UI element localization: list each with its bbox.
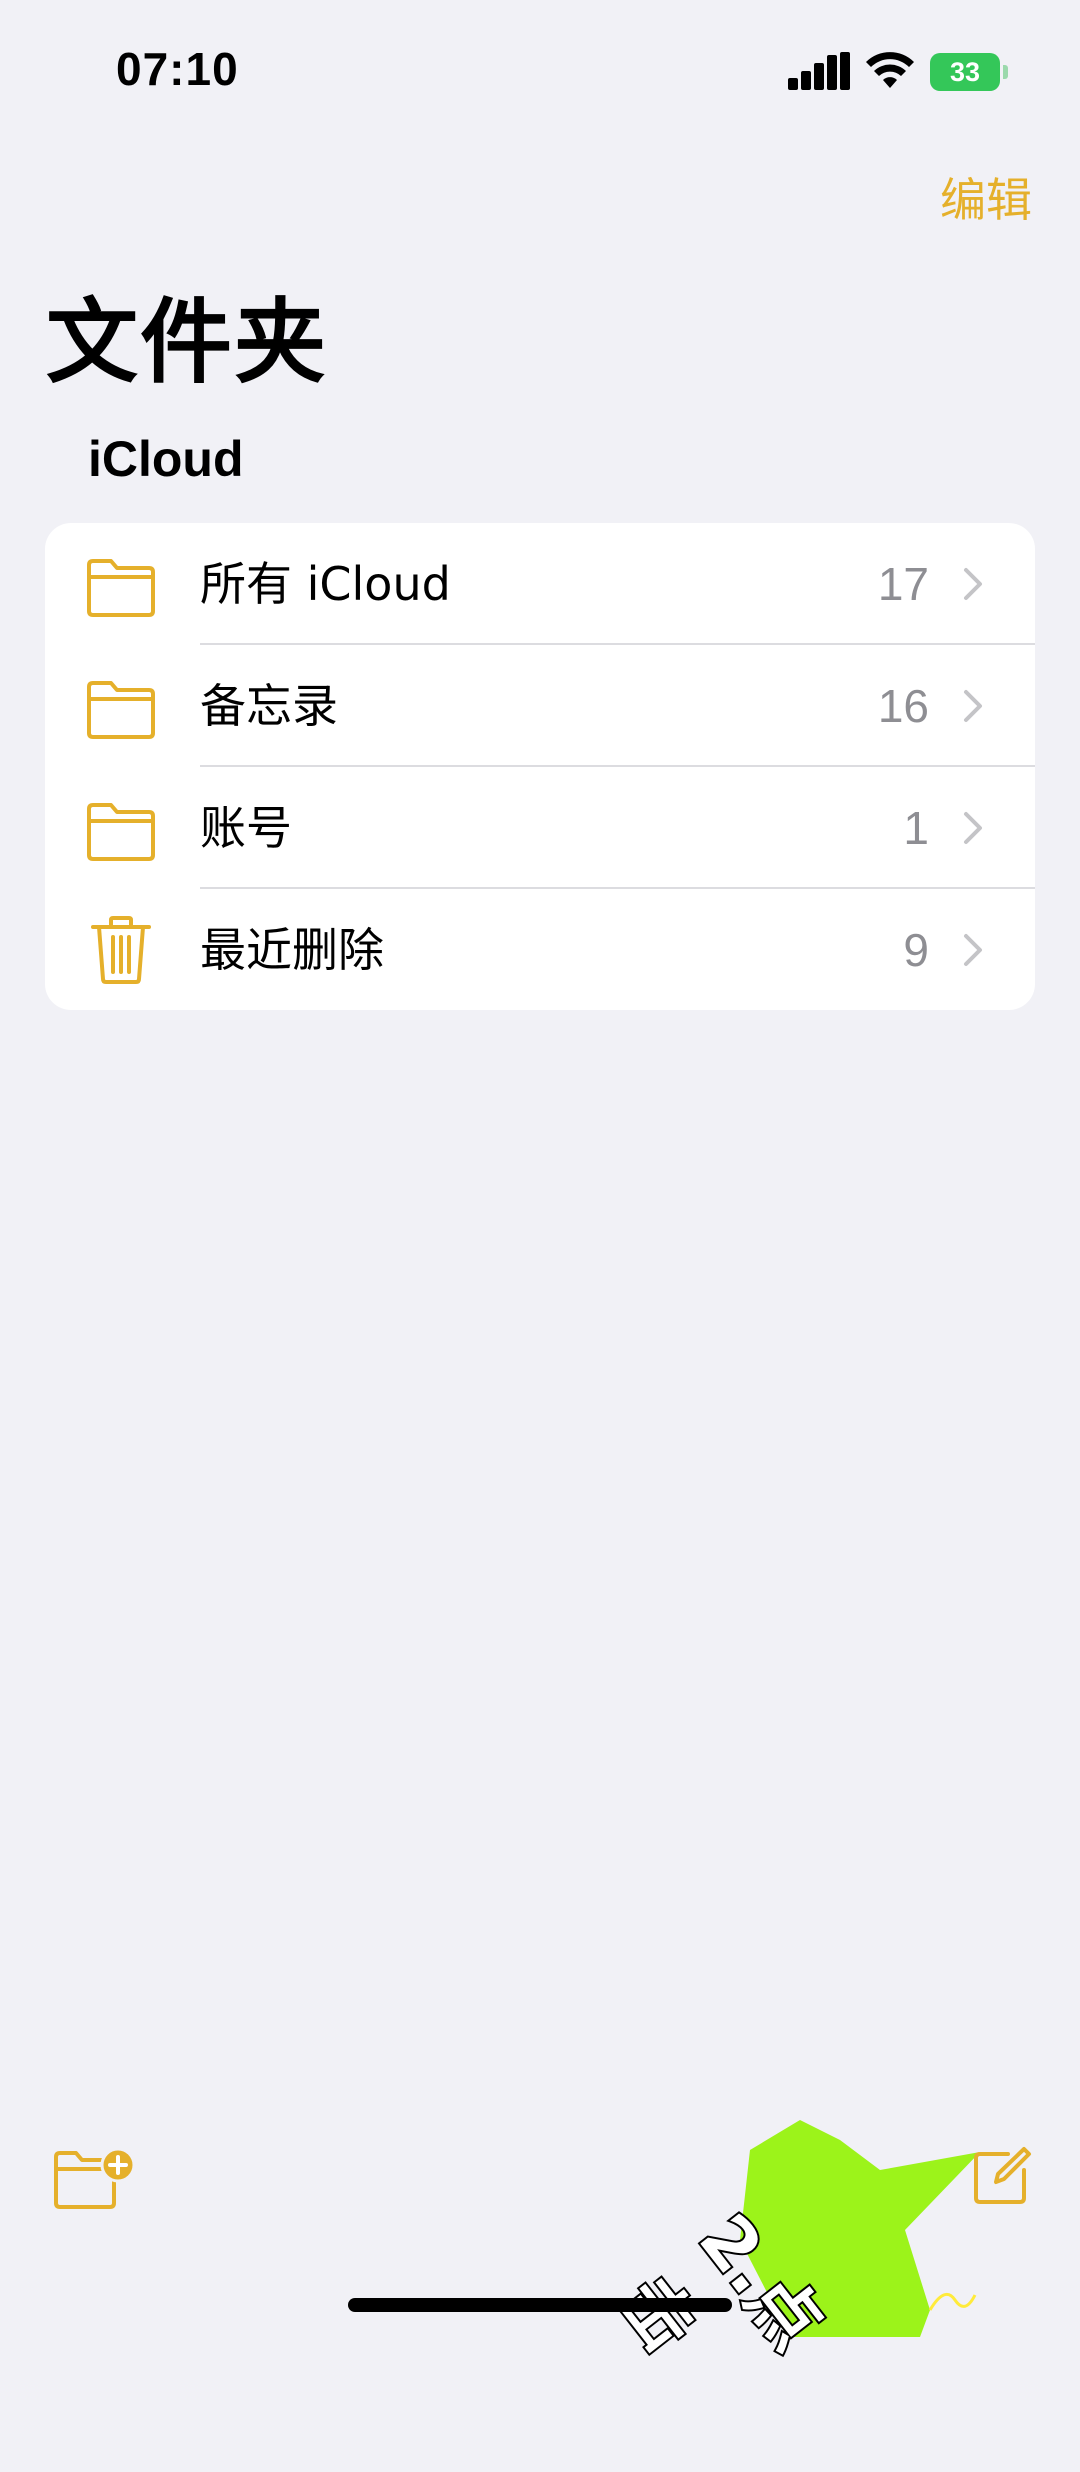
folder-row-account[interactable]: 账号 1 — [45, 767, 1035, 889]
wifi-icon — [866, 52, 914, 88]
home-indicator[interactable] — [348, 2298, 732, 2312]
chevron-right-icon — [964, 690, 982, 722]
folder-label: 备忘录 — [200, 679, 338, 733]
folder-list: 所有 iCloud 17 备忘录 16 账号 1 最近删除 9 — [45, 523, 1035, 1010]
chevron-right-icon — [964, 934, 982, 966]
battery-level: 33 — [930, 53, 1000, 91]
folder-row-all-icloud[interactable]: 所有 iCloud 17 — [45, 523, 1035, 645]
folder-count: 17 — [877, 558, 929, 610]
folder-icon — [87, 803, 155, 861]
folder-icon — [87, 681, 155, 739]
cellular-signal-icon — [788, 52, 850, 90]
folder-count: 1 — [903, 802, 929, 854]
section-header-icloud: iCloud — [88, 431, 244, 487]
compose-icon[interactable] — [970, 2146, 1032, 2208]
folder-count: 16 — [877, 680, 929, 732]
status-bar: 07:10 33 — [0, 0, 1080, 140]
folder-count: 9 — [903, 924, 929, 976]
chevron-right-icon — [964, 812, 982, 844]
chevron-right-icon — [964, 568, 982, 600]
folder-icon — [87, 559, 155, 617]
page-title: 文件夹 — [46, 289, 329, 396]
new-folder-icon[interactable] — [52, 2147, 138, 2211]
folder-label: 最近删除 — [200, 923, 384, 977]
trash-icon — [91, 916, 151, 984]
folder-row-recently-deleted[interactable]: 最近删除 9 — [45, 889, 1035, 1010]
folder-label: 账号 — [200, 801, 292, 855]
folder-label: 所有 iCloud — [200, 557, 451, 611]
folder-row-notes[interactable]: 备忘录 16 — [45, 645, 1035, 767]
battery-icon: 33 — [930, 53, 1010, 91]
edit-button[interactable]: 编辑 — [940, 164, 1032, 230]
battery-cap — [1003, 65, 1008, 79]
status-time: 07:10 — [116, 43, 239, 95]
